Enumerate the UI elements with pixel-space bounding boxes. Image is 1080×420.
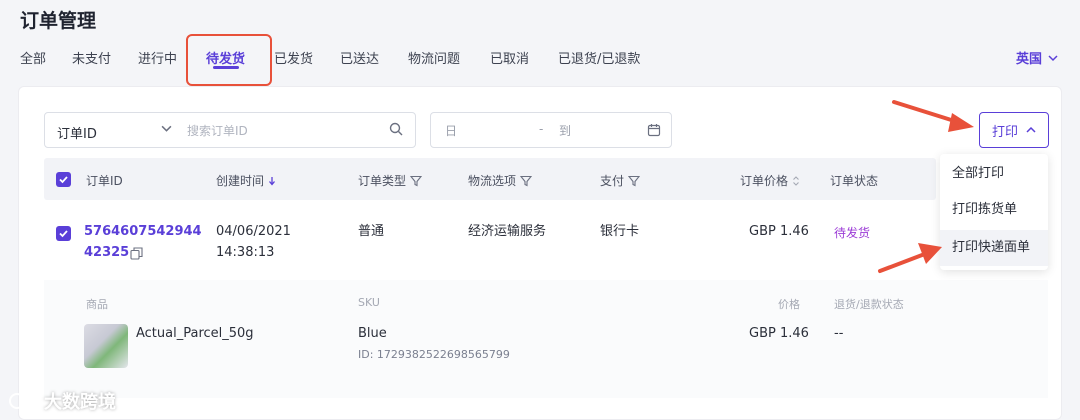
brand-watermark: 大数跨境 bbox=[8, 388, 116, 414]
region-label: 英国 bbox=[1015, 52, 1042, 67]
search-icon[interactable] bbox=[389, 122, 403, 136]
chevron-up-icon bbox=[1026, 126, 1036, 133]
annotation-arrow-icon bbox=[892, 100, 974, 132]
chevron-down-icon[interactable] bbox=[161, 123, 172, 137]
order-id-link-continued[interactable]: 42325 bbox=[84, 243, 129, 263]
product-thumbnail bbox=[84, 324, 128, 368]
order-id-link[interactable]: 5764607542944 bbox=[84, 222, 202, 242]
column-order-type[interactable]: 订单类型 bbox=[358, 172, 423, 189]
product-name: Actual_Parcel_50g bbox=[136, 326, 254, 341]
tab-delivered[interactable]: 已送达 bbox=[340, 48, 379, 67]
print-button-label: 打印 bbox=[991, 124, 1018, 140]
table-header: 订单ID 创建时间 订单类型 物流选项 支付 订单价格 订单状态 bbox=[44, 158, 936, 200]
print-button[interactable]: 打印 bbox=[979, 112, 1049, 148]
sku-value: Blue bbox=[358, 326, 387, 341]
chevron-down-icon bbox=[1048, 54, 1058, 61]
search-filter: 订单ID bbox=[44, 112, 416, 148]
filter-icon[interactable] bbox=[520, 175, 533, 187]
column-created-time[interactable]: 创建时间 bbox=[216, 172, 276, 189]
items-header-refund-status: 退货/退款状态 bbox=[834, 298, 904, 311]
tab-logistics-issue[interactable]: 物流问题 bbox=[408, 48, 460, 67]
annotation-arrow-icon bbox=[878, 243, 942, 273]
page-title: 订单管理 bbox=[20, 10, 97, 32]
tab-unpaid[interactable]: 未支付 bbox=[72, 48, 111, 67]
tab-shipped[interactable]: 已发货 bbox=[274, 48, 313, 67]
calendar-icon bbox=[647, 124, 661, 137]
item-price: GBP 1.46 bbox=[749, 326, 809, 341]
watermark-text: 大数跨境 bbox=[44, 392, 116, 413]
sort-icon[interactable] bbox=[268, 176, 276, 186]
menu-item-print-picking-list[interactable]: 打印拣货单 bbox=[940, 192, 1048, 228]
column-price[interactable]: 订单价格 bbox=[740, 172, 800, 189]
column-order-id: 订单ID bbox=[86, 174, 123, 188]
column-status: 订单状态 bbox=[830, 174, 879, 188]
date-start: 日 bbox=[445, 124, 458, 138]
logo-icon bbox=[9, 393, 35, 409]
order-type: 普通 bbox=[358, 224, 385, 239]
sort-icon[interactable] bbox=[792, 175, 800, 186]
row-checkbox[interactable] bbox=[56, 226, 71, 241]
copy-icon[interactable] bbox=[130, 247, 143, 260]
tab-all[interactable]: 全部 bbox=[20, 48, 46, 67]
date-range-picker[interactable]: 日 - 到 bbox=[430, 112, 672, 148]
sku-id: ID: 1729382522698565799 bbox=[358, 348, 510, 361]
tab-in-progress[interactable]: 进行中 bbox=[138, 48, 177, 67]
region-selector[interactable]: 英国 bbox=[1016, 48, 1058, 67]
tab-highlight-annotation bbox=[186, 34, 272, 86]
status-badge: 待发货 bbox=[834, 226, 871, 240]
order-date: 04/06/2021 bbox=[216, 224, 291, 239]
date-separator: - bbox=[539, 122, 544, 136]
search-input[interactable] bbox=[187, 119, 377, 143]
tab-cancelled[interactable]: 已取消 bbox=[490, 48, 529, 67]
print-dropdown-menu: 全部打印 打印拣货单 打印快递面单 bbox=[940, 154, 1048, 270]
field-select[interactable]: 订单ID bbox=[57, 123, 97, 142]
payment-method: 银行卡 bbox=[600, 224, 640, 239]
logistics-option: 经济运输服务 bbox=[468, 224, 547, 239]
order-time: 14:38:13 bbox=[216, 245, 275, 260]
select-all-checkbox[interactable] bbox=[56, 172, 71, 187]
menu-item-print-all[interactable]: 全部打印 bbox=[940, 156, 1048, 192]
menu-item-print-shipping-label[interactable]: 打印快递面单 bbox=[940, 230, 1048, 266]
column-logistics[interactable]: 物流选项 bbox=[468, 172, 533, 189]
order-price: GBP 1.46 bbox=[749, 224, 809, 239]
tab-returned-refunded[interactable]: 已退货/已退款 bbox=[558, 48, 640, 67]
filter-icon[interactable] bbox=[410, 175, 423, 187]
filter-icon[interactable] bbox=[628, 175, 641, 187]
items-header-sku: SKU bbox=[358, 296, 380, 309]
item-refund-status: -- bbox=[834, 326, 844, 341]
items-header-price: 价格 bbox=[778, 298, 800, 311]
items-header-product: 商品 bbox=[86, 298, 108, 311]
column-payment[interactable]: 支付 bbox=[600, 172, 641, 189]
date-end: 到 bbox=[559, 124, 572, 138]
